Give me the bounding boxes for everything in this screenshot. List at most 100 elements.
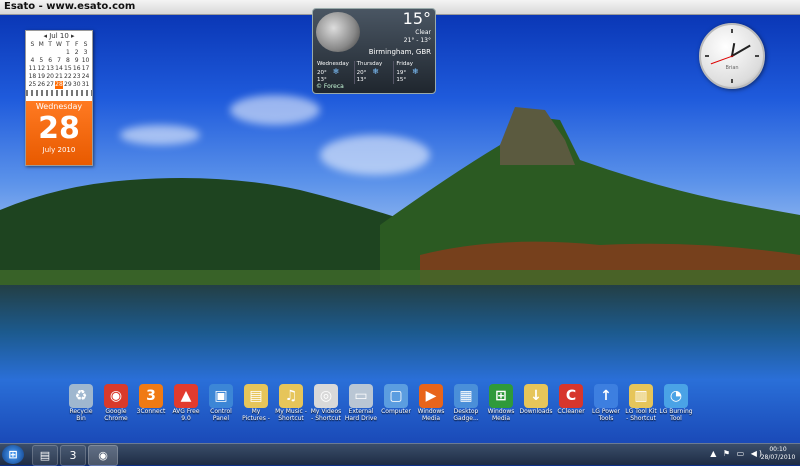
prev-month-arrow[interactable]: ◂ (43, 32, 47, 40)
calendar-date-cell[interactable]: 13 (46, 65, 55, 73)
calendar-date-cell[interactable]: 17 (81, 65, 90, 73)
rain-icon: ❄ (412, 67, 419, 76)
calendar-date-cell[interactable]: 26 (37, 81, 46, 89)
weather-condition: Clear (415, 29, 431, 36)
calendar-date-cell[interactable]: 27 (46, 81, 55, 89)
desktop-shortcut[interactable]: 3 3Connect (134, 384, 168, 428)
desktop-shortcut-label: My Pictures - Shortcut (242, 408, 270, 422)
calendar-weekday-header: M (38, 41, 44, 48)
desktop-shortcut-label: My Music - Shortcut (275, 408, 307, 422)
desktop-shortcut[interactable]: ◉ Google Chrome (99, 384, 133, 428)
desktop-shortcut[interactable]: ◔ LG Burning Tool (659, 384, 693, 428)
folder-pictures-icon: ▤ (244, 384, 268, 408)
calendar-date-cell[interactable]: 25 (28, 81, 37, 89)
desktop-shortcut[interactable]: ▢ Computer (379, 384, 413, 428)
clock-gadget[interactable]: Brian (699, 23, 765, 89)
desktop-shortcut[interactable]: ↓ Downloads (519, 384, 553, 428)
calendar-weekday-header: T (48, 41, 52, 48)
desktop-icon-row: ♻ Recycle Bin ◉ Google Chrome 3 3Connect ▲ AVG … (64, 384, 694, 428)
weather-gadget[interactable]: 15° Clear 21° - 13° Birmingham, GBR Wedn… (312, 8, 436, 94)
desktop-shortcut[interactable]: ♫ My Music - Shortcut (274, 384, 308, 428)
forecast-low: 15° (396, 77, 407, 83)
calendar-month-year: July 2010 (42, 146, 76, 154)
desktop-shortcut-label: AVG Free 9.0 (172, 408, 200, 422)
calendar-date-cell[interactable]: 3 (81, 49, 90, 57)
calendar-date-cell[interactable]: 6 (46, 57, 55, 65)
calendar-date-cell[interactable]: 16 (72, 65, 81, 73)
calendar-date-cell[interactable]: 19 (37, 73, 46, 81)
desktop-shortcut[interactable]: ↑ LG Power Tools (589, 384, 623, 428)
forecast-day: Wednesday 20° ❄ 13° (315, 61, 355, 84)
start-button[interactable]: ⊞ (2, 445, 24, 464)
desktop-shortcut[interactable]: ⊞Windows Media Center (484, 384, 518, 428)
calendar-date-cell[interactable]: 12 (37, 65, 46, 73)
calendar-date-cell[interactable]: 28 (54, 81, 64, 89)
calendar-date-cell[interactable]: 9 (72, 57, 81, 65)
desktop-shortcut[interactable]: ▤My Pictures - Shortcut (239, 384, 273, 428)
calendar-date-cell[interactable]: 5 (37, 57, 46, 65)
next-month-arrow[interactable]: ▸ (71, 32, 75, 40)
chrome-task-button[interactable]: ◉ (88, 445, 118, 466)
desktop-shortcut[interactable]: ▲ AVG Free 9.0 (169, 384, 203, 428)
desktop-shortcut[interactable]: ◎ My Videos - Shortcut (309, 384, 343, 428)
calendar-date-cell[interactable]: 30 (72, 81, 81, 89)
clock-second-hand (710, 55, 734, 65)
desktop-shortcut[interactable]: C CCleaner (554, 384, 588, 428)
calendar-date-cell[interactable]: 2 (72, 49, 81, 57)
calendar-date-cell[interactable]: 22 (63, 73, 72, 81)
folder-downloads-icon: ↓ (524, 384, 548, 408)
weather-temperature: 15° (402, 9, 431, 28)
calendar-header: ◂ Jul 10 ▸ (26, 31, 92, 41)
calendar-date-cell[interactable] (55, 49, 64, 57)
desktop-shortcut-label: Recycle Bin (69, 408, 93, 422)
desktop-shortcut-label: Windows Media Player (417, 408, 445, 422)
calendar-date-cell[interactable]: 14 (55, 65, 64, 73)
calendar-date-cell[interactable]: 4 (28, 57, 37, 65)
desktop-shortcut[interactable]: ▭External Hard Drive (F) - S... (344, 384, 378, 428)
desktop-shortcut[interactable]: ▣ Control Panel (204, 384, 238, 428)
calendar-date-cell[interactable]: 15 (63, 65, 72, 73)
windows-explorer-task-button[interactable]: ▤ (32, 445, 58, 466)
calendar-date-cell[interactable]: 29 (63, 81, 72, 89)
calendar-date-cell[interactable] (37, 49, 46, 57)
calendar-date-cell[interactable]: 18 (28, 73, 37, 81)
clock-tick (705, 55, 709, 57)
calendar-date-cell[interactable]: 21 (55, 73, 64, 81)
desktop-shortcut[interactable]: ♻ Recycle Bin (64, 384, 98, 428)
moon-icon (316, 12, 360, 52)
calendar-date-cell[interactable] (46, 49, 55, 57)
calendar-weekday-header: S (30, 41, 35, 48)
media-player-icon: ▶ (419, 384, 443, 408)
desktop-shortcut-label: Computer (381, 408, 411, 415)
desktop-shortcut[interactable]: ▥ LG Tool Kit - Shortcut (624, 384, 658, 428)
taskbar-clock[interactable]: 00:10 28/07/2010 (758, 446, 798, 462)
desktop-shortcut[interactable]: ▦ Desktop Gadge... (449, 384, 483, 428)
desktop-shortcut[interactable]: ▶Windows Media Player (414, 384, 448, 428)
system-tray[interactable]: ▲ ⚑ ▭ ◀) (710, 448, 764, 460)
folder-videos-icon: ◎ (314, 384, 338, 408)
desktop-shortcut-label: Control Panel (210, 408, 232, 422)
calendar-weekday-header: T (66, 41, 70, 48)
media-center-icon: ⊞ (489, 384, 513, 408)
calendar-date-cell[interactable]: 11 (28, 65, 37, 73)
forecast-day: Thursday 20° ❄ 13° (355, 61, 395, 84)
avg-icon: ▲ (174, 384, 198, 408)
calendar-date-cell[interactable]: 24 (81, 73, 90, 81)
calendar-date-cell[interactable]: 23 (72, 73, 81, 81)
calendar-date-cell[interactable]: 7 (55, 57, 64, 65)
desktop-shortcut-label: CCleaner (557, 408, 585, 415)
calendar-grid: S M T W T F S 1 2 3 4 5 6 7 8 9 10 11 12 13 14 15 16 17 18 19 20 21… (26, 41, 92, 89)
3connect-task-button[interactable]: 3 (60, 445, 86, 466)
calendar-date-cell[interactable]: 1 (63, 49, 72, 57)
calendar-gadget[interactable]: ◂ Jul 10 ▸ S M T W T F S 1 2 3 4 5 6 7 8 9 10 11 12 13 14 15 1… (25, 30, 93, 166)
calendar-date-cell[interactable]: 8 (63, 57, 72, 65)
weather-range: 21° - 13° (403, 37, 431, 44)
calendar-day-page[interactable]: Wednesday 28 July 2010 (26, 101, 92, 165)
calendar-date-cell[interactable]: 10 (81, 57, 90, 65)
calendar-day-number: 28 (38, 111, 80, 146)
clock-tick (731, 29, 733, 33)
desktop-shortcut-label: Desktop Gadge... (453, 408, 479, 422)
calendar-date-cell[interactable]: 20 (46, 73, 55, 81)
calendar-date-cell[interactable]: 31 (81, 81, 90, 89)
calendar-date-cell[interactable] (28, 49, 37, 57)
